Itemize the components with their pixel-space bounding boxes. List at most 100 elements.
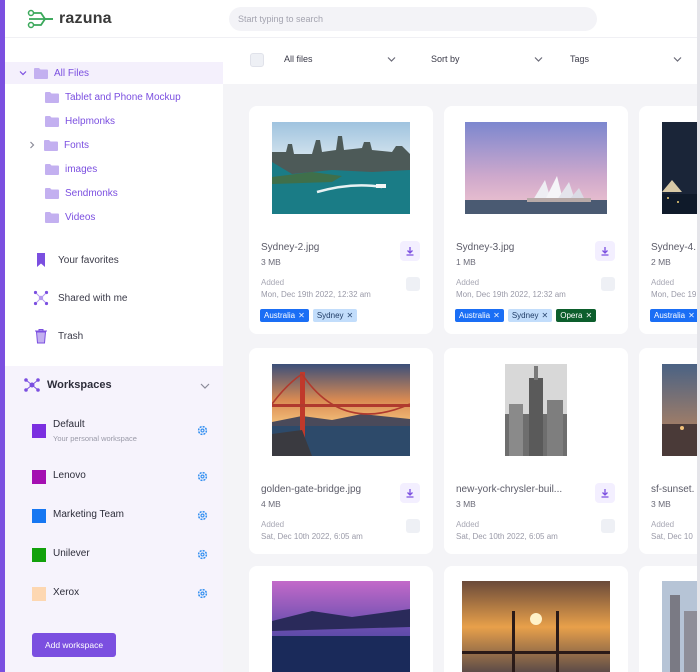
folder-tablet-and-phone-mockup[interactable]: Tablet and Phone Mockup (5, 86, 223, 108)
file-name[interactable]: sf-sunset. (651, 484, 694, 495)
folder-images[interactable]: images (5, 158, 223, 180)
logo[interactable]: razuna (27, 9, 112, 29)
download-button[interactable] (595, 483, 615, 503)
file-card[interactable]: Sydney-4. 2 MB Added Mon, Dec 19 Austral… (639, 106, 697, 334)
file-card[interactable]: new-york-chrysler-buil... 3 MB Added Sat… (444, 348, 628, 554)
tag-chip[interactable]: Opera ✕ (556, 309, 597, 322)
file-name[interactable]: Sydney-2.jpg (261, 242, 319, 253)
select-all-checkbox[interactable] (250, 53, 264, 67)
remove-tag-icon[interactable]: ✕ (493, 311, 500, 320)
gear-icon[interactable] (196, 548, 209, 561)
top-bar: razuna (5, 0, 697, 38)
remove-tag-icon[interactable]: ✕ (688, 311, 695, 320)
folder-fonts[interactable]: Fonts (5, 134, 223, 156)
file-card[interactable] (249, 566, 433, 672)
file-size: 4 MB (261, 499, 281, 509)
select-checkbox[interactable] (406, 519, 420, 533)
file-card[interactable] (444, 566, 628, 672)
workspace-color-swatch (32, 548, 46, 562)
tags-label: Tags (570, 54, 590, 64)
workspace-item-marketing-team[interactable]: Marketing Team (32, 501, 217, 531)
tag-chip[interactable]: Sydney ✕ (507, 309, 553, 322)
folder-icon (34, 67, 48, 79)
file-name[interactable]: new-york-chrysler-buil... (456, 484, 562, 495)
file-card[interactable]: golden-gate-bridge.jpg 4 MB Added Sat, D… (249, 348, 433, 554)
workspaces-header[interactable]: Workspaces (23, 376, 112, 394)
nav-label: Shared with me (58, 292, 128, 304)
file-card[interactable]: Sydney-2.jpg 3 MB Added Mon, Dec 19th 20… (249, 106, 433, 334)
folder-helpmonks[interactable]: Helpmonks (5, 110, 223, 132)
tag-chip[interactable]: Australia ✕ (650, 309, 697, 322)
main-content: All files Sort by Tags Sydney-2.jpg 3 MB… (223, 38, 697, 672)
chevron-down-icon (534, 57, 543, 62)
share-icon (33, 290, 49, 306)
workspaces-title: Workspaces (47, 379, 112, 391)
tag-chip[interactable]: Australia ✕ (260, 309, 309, 322)
gear-icon[interactable] (196, 509, 209, 522)
tag-chip[interactable]: Sydney ✕ (312, 309, 358, 322)
download-button[interactable] (400, 483, 420, 503)
download-icon (601, 489, 609, 498)
added-label: Added (261, 278, 285, 287)
chevron-down-icon[interactable] (19, 69, 27, 77)
thumbnail-image[interactable] (444, 364, 628, 456)
select-checkbox[interactable] (601, 519, 615, 533)
folder-icon (45, 163, 59, 175)
file-name[interactable]: Sydney-3.jpg (456, 242, 514, 253)
tag-chip[interactable]: Australia ✕ (455, 309, 504, 322)
workspace-item-unilever[interactable]: Unilever (32, 540, 217, 570)
thumbnail-image[interactable] (639, 122, 697, 214)
chevron-right-icon[interactable] (28, 141, 36, 149)
thumbnail-image[interactable] (639, 364, 697, 456)
chevron-down-icon[interactable] (200, 382, 210, 390)
thumbnail-image[interactable] (444, 581, 628, 672)
folder-label: Sendmonks (65, 187, 118, 199)
remove-tag-icon[interactable]: ✕ (347, 311, 354, 320)
download-icon (406, 489, 414, 498)
file-card[interactable]: sf-sunset. 3 MB Added Sat, Dec 10 (639, 348, 697, 554)
gear-icon[interactable] (196, 587, 209, 600)
nav-your-favorites[interactable]: Your favorites (33, 250, 119, 270)
tags-dropdown[interactable]: Tags (570, 54, 682, 66)
folder-videos[interactable]: Videos (5, 206, 223, 228)
folder-sendmonks[interactable]: Sendmonks (5, 182, 223, 204)
folder-icon (45, 115, 59, 127)
download-button[interactable] (595, 241, 615, 261)
filter-label: All files (284, 54, 313, 64)
added-label: Added (651, 520, 675, 529)
file-name[interactable]: golden-gate-bridge.jpg (261, 484, 361, 495)
thumbnail-image[interactable] (249, 122, 433, 214)
download-button[interactable] (400, 241, 420, 261)
nav-label: Your favorites (58, 254, 119, 266)
filter-dropdown[interactable]: All files (284, 54, 396, 66)
thumbnail-image[interactable] (444, 122, 628, 214)
thumbnail-image[interactable] (639, 581, 697, 672)
workspace-item-xerox[interactable]: Xerox (32, 579, 217, 609)
gear-icon[interactable] (196, 424, 209, 437)
workspace-item-lenovo[interactable]: Lenovo (32, 462, 217, 492)
search-input[interactable] (229, 7, 597, 31)
remove-tag-icon[interactable]: ✕ (585, 311, 592, 320)
workspace-item-default[interactable]: Default Your personal workspace (32, 416, 217, 446)
select-checkbox[interactable] (601, 277, 615, 291)
remove-tag-icon[interactable]: ✕ (542, 311, 549, 320)
sort-dropdown[interactable]: Sort by (431, 54, 543, 66)
thumbnail-image[interactable] (249, 581, 433, 672)
workspace-name: Default (53, 419, 85, 430)
download-icon (406, 247, 414, 256)
workspace-name: Marketing Team (53, 509, 124, 520)
file-card[interactable]: Sydney-3.jpg 1 MB Added Mon, Dec 19th 20… (444, 106, 628, 334)
gear-icon[interactable] (196, 470, 209, 483)
files-toolbar: All files Sort by Tags (223, 38, 697, 84)
tag-label: Sydney (511, 311, 539, 320)
select-checkbox[interactable] (406, 277, 420, 291)
file-name[interactable]: Sydney-4. (651, 242, 696, 253)
thumbnail-image[interactable] (249, 364, 433, 456)
folder-icon (45, 187, 59, 199)
nav-shared-with-me[interactable]: Shared with me (33, 288, 127, 308)
file-card[interactable] (639, 566, 697, 672)
add-workspace-button[interactable]: Add workspace (32, 633, 116, 657)
folder-all-files[interactable]: All Files (5, 62, 223, 84)
nav-trash[interactable]: Trash (33, 326, 83, 346)
remove-tag-icon[interactable]: ✕ (298, 311, 305, 320)
